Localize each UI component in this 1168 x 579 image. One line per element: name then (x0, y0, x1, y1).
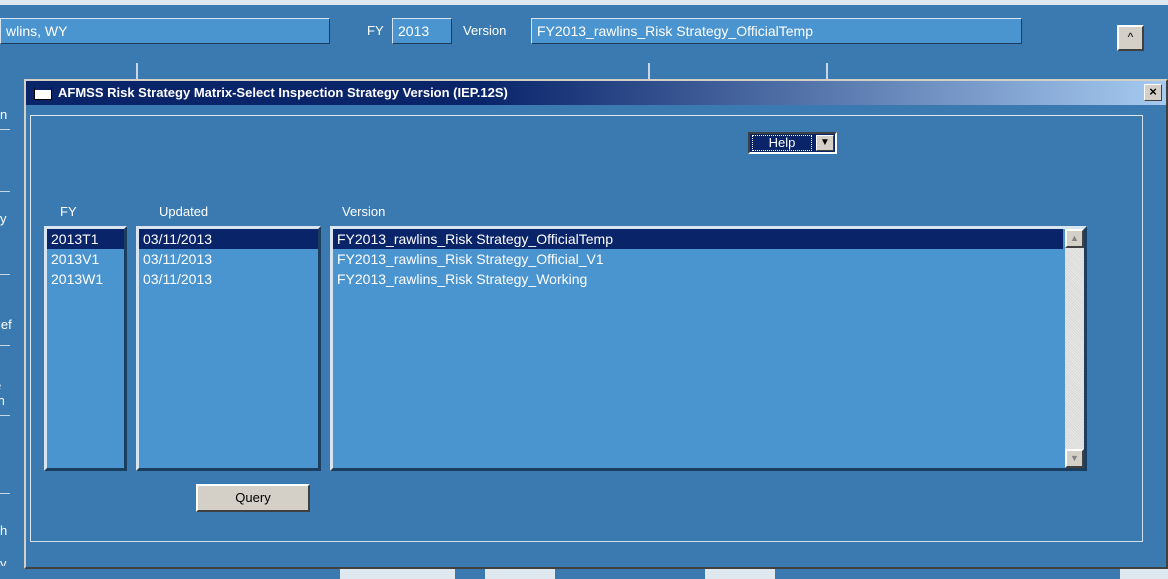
grid-line (648, 63, 650, 79)
location-field[interactable]: wlins, WY (0, 18, 330, 44)
fy-label: FY (367, 23, 384, 38)
list-item[interactable]: 2013W1 (47, 269, 124, 289)
scroll-up-button[interactable]: ^ (1117, 25, 1144, 51)
cut-label: e In (0, 378, 5, 408)
vertical-scrollbar[interactable]: ▲ ▼ (1065, 229, 1084, 468)
updated-column-label: Updated (159, 204, 209, 219)
version-field[interactable]: FY2013_rawlins_Risk Strategy_OfficialTem… (531, 18, 1022, 44)
scroll-up-icon[interactable]: ▲ (1065, 229, 1084, 248)
background-left-strip: n y ief e In h y (0, 63, 12, 579)
list-item[interactable]: 2013V1 (47, 249, 124, 269)
background-field (485, 568, 555, 579)
background-field (340, 568, 455, 579)
fy-column-label: FY (60, 204, 77, 219)
list-item[interactable]: 03/11/2013 (139, 249, 318, 269)
cut-label: y (0, 211, 7, 226)
version-column-label: Version (342, 204, 386, 219)
help-dropdown-value: Help (752, 135, 812, 151)
dialog-title: AFMSS Risk Strategy Matrix-Select Inspec… (58, 85, 508, 100)
background-header: wlins, WY FY 2013 Version FY2013_rawlins… (0, 5, 1168, 63)
background-field (705, 568, 775, 579)
query-button[interactable]: Query (196, 484, 310, 512)
fy-field[interactable]: 2013 (392, 18, 452, 44)
select-version-dialog: AFMSS Risk Strategy Matrix-Select Inspec… (24, 79, 1168, 569)
list-item[interactable]: 03/11/2013 (139, 229, 318, 249)
cut-label: h (0, 523, 8, 538)
close-button[interactable]: × (1144, 84, 1162, 101)
list-item[interactable]: 03/11/2013 (139, 269, 318, 289)
list-item[interactable]: FY2013_rawlins_Risk Strategy_Official_V1 (333, 249, 1063, 269)
version-listbox[interactable]: FY2013_rawlins_Risk Strategy_OfficialTem… (330, 226, 1087, 471)
version-label: Version (463, 23, 507, 38)
grid-line (136, 63, 138, 79)
dialog-titlebar[interactable]: AFMSS Risk Strategy Matrix-Select Inspec… (26, 81, 1166, 105)
help-dropdown[interactable]: Help ▼ (748, 132, 837, 154)
list-item[interactable]: FY2013_rawlins_Risk Strategy_OfficialTem… (333, 229, 1063, 249)
list-item[interactable]: FY2013_rawlins_Risk Strategy_Working (333, 269, 1063, 289)
fy-listbox[interactable]: 2013T1 2013V1 2013W1 (44, 226, 127, 471)
grid-line (826, 63, 828, 79)
cut-label: ief (0, 317, 12, 332)
scroll-down-icon[interactable]: ▼ (1065, 449, 1084, 468)
list-item[interactable]: 2013T1 (47, 229, 124, 249)
cut-label: n (0, 107, 8, 122)
chevron-down-icon[interactable]: ▼ (816, 135, 834, 151)
window-icon (34, 86, 52, 100)
updated-listbox[interactable]: 03/11/2013 03/11/2013 03/11/2013 (136, 226, 321, 471)
background-field (1120, 568, 1168, 579)
